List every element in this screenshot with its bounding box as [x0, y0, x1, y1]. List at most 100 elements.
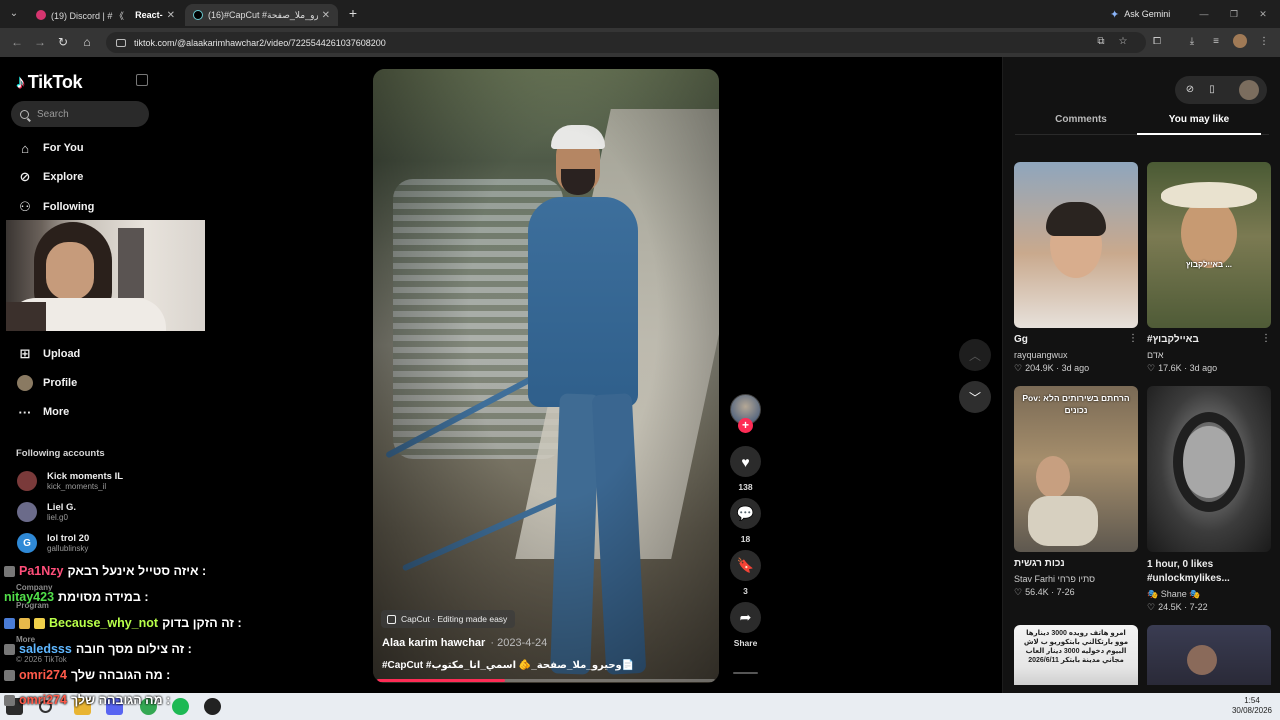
close-tab-icon[interactable]: ✕	[322, 10, 330, 21]
nav-label: Following	[43, 201, 95, 213]
chevron-up-icon: ︿	[968, 348, 981, 363]
ask-gemini-label: Ask Gemini	[1124, 9, 1171, 19]
chat-text: זה צילום מסך חובה :	[75, 642, 192, 656]
tiktok-app: ♪ TikTok ⌂ For You ⊘ Explore ⚇ Following…	[0, 57, 1280, 693]
forward-icon[interactable]: →	[32, 34, 48, 50]
save-count: 3	[743, 586, 748, 596]
video-thumbnail[interactable]: Pov: הרחתם בשירותים הלא נכונים	[1014, 386, 1138, 552]
tiktok-logo[interactable]: ♪ TikTok	[16, 72, 83, 93]
spotify-app-icon[interactable]	[172, 698, 189, 715]
search-box[interactable]	[11, 101, 149, 127]
ask-gemini-button[interactable]: ✦ Ask Gemini	[1104, 5, 1176, 23]
user-avatar[interactable]	[1239, 80, 1259, 100]
previous-video-button[interactable]: ︿	[959, 339, 991, 371]
following-account-item[interactable]: Kick moments IL kick_moments_il	[17, 467, 123, 495]
comment-button[interactable]: 💬	[730, 498, 761, 529]
following-accounts-heading: Following accounts	[16, 448, 105, 459]
nav-more[interactable]: ··· More	[16, 402, 70, 422]
video-thumbnail[interactable]	[1014, 162, 1138, 328]
recommended-video-card[interactable]: 1 hour, 0 likes #unlockmylikes... 🎭 Shan…	[1147, 386, 1271, 612]
video-player[interactable]: CapCut · Editing made easy Alaa karim ha…	[373, 69, 719, 683]
obs-app-icon[interactable]	[204, 698, 221, 715]
video-thumbnail[interactable]: امرو هاتف رويده 3000 دينارها موو بارتكال…	[1014, 625, 1138, 685]
bookmark-star-icon[interactable]: ☆	[1116, 35, 1130, 49]
card-username[interactable]: rayquangwux	[1014, 350, 1068, 360]
reading-list-icon[interactable]: ≡	[1209, 35, 1223, 49]
recommended-video-card[interactable]	[1147, 625, 1271, 685]
search-input[interactable]	[37, 108, 132, 120]
chat-badge-icon	[19, 617, 30, 629]
recommended-video-card[interactable]: באיילקבוץ ... #באיילקבוץ ⋮ אדם ♡ 17.6K · …	[1147, 162, 1271, 373]
device-icon[interactable]: ▯	[1205, 83, 1219, 97]
video-thumbnail[interactable]	[1147, 625, 1271, 685]
save-button[interactable]: 🔖	[730, 550, 761, 581]
close-window-icon[interactable]: ✕	[1256, 7, 1270, 21]
card-age: 3d ago	[1189, 363, 1218, 373]
following-account-item[interactable]: G lol trol 20 gallublinsky	[17, 529, 89, 557]
nav-upload[interactable]: ⊞ Upload	[16, 344, 81, 364]
chat-text: מה הגובהה שלך :	[70, 668, 171, 682]
tab-comments[interactable]: Comments	[1015, 114, 1147, 134]
restore-icon[interactable]: ❐	[1227, 7, 1241, 21]
chat-message: omri274 מה הגובהה שלך :	[4, 665, 170, 685]
recommended-video-card[interactable]: Pov: הרחתם בשירותים הלא נכונים נכות רגשי…	[1014, 386, 1138, 597]
nav-for-you[interactable]: ⌂ For You	[16, 138, 83, 158]
install-app-icon[interactable]: ⧉	[1094, 35, 1108, 49]
tab-tiktok[interactable]: (16)#CapCut #وحيرو_ملا_صفحة_ ✕	[185, 4, 338, 26]
tab-discord[interactable]: (19) Discord | # 《 React- ✕	[28, 4, 183, 26]
plus-square-icon: ⊞	[19, 346, 31, 361]
video-author-name[interactable]: Alaa karim hawchar	[382, 637, 485, 649]
recommended-video-card[interactable]: Gg ⋮ rayquangwux ♡ 204.9K · 3d ago	[1014, 162, 1138, 373]
more-options-icon[interactable]: ⋮	[1128, 333, 1138, 344]
share-button[interactable]: ➦	[730, 602, 761, 633]
capcut-effect-tag[interactable]: CapCut · Editing made easy	[381, 610, 516, 628]
recommended-video-card[interactable]: امرو هاتف رويده 3000 دينارها موو بارتكال…	[1014, 625, 1138, 685]
browser-profile-avatar[interactable]	[1233, 34, 1247, 48]
next-video-button[interactable]: ﹀	[959, 381, 991, 413]
browser-menu-icon[interactable]: ⋮	[1257, 35, 1271, 49]
back-icon[interactable]: ←	[9, 34, 25, 50]
music-disc-icon[interactable]	[733, 662, 758, 674]
search-icon	[20, 109, 29, 119]
url-text: tiktok.com/@alaakarimhawchar2/video/7225…	[134, 37, 386, 48]
more-options-icon[interactable]: ⋮	[1261, 333, 1271, 344]
card-stats: ♡ 24.5K · 7-22	[1147, 602, 1208, 612]
card-username[interactable]: 🎭 Shane 🎭	[1147, 589, 1200, 600]
card-username[interactable]: אדם	[1147, 350, 1163, 360]
download-icon[interactable]: ⤓	[1185, 35, 1199, 49]
card-likes: 204.9K	[1025, 363, 1054, 373]
nav-profile[interactable]: Profile	[16, 373, 77, 393]
tab-title: (16)#CapCut #وحيرو_ملا_صفحة_	[208, 9, 318, 20]
tab-search-chevron-icon[interactable]: ⌄	[5, 5, 23, 23]
card-stats: ♡ 56.4K · 7-26	[1014, 587, 1075, 597]
video-thumbnail[interactable]: באיילקבוץ ...	[1147, 162, 1271, 328]
extensions-icon[interactable]: ⧠	[1150, 35, 1164, 49]
gemini-sparkle-icon: ✦	[1110, 8, 1120, 21]
video-date: · 2023-4-24	[490, 637, 548, 649]
close-tab-icon[interactable]: ✕	[167, 10, 175, 21]
card-title: 1 hour, 0 likes #unlockmylikes...	[1147, 559, 1230, 584]
nav-following[interactable]: ⚇ Following	[16, 197, 94, 217]
thumbnail-caption: באיילקבוץ ...	[1186, 260, 1232, 269]
tiktok-favicon-icon	[193, 10, 203, 20]
discord-favicon-icon	[36, 10, 46, 20]
collapse-sidebar-icon[interactable]	[136, 74, 148, 86]
site-info-icon[interactable]	[116, 38, 126, 47]
webcam-person-shirt-shadow	[6, 302, 46, 331]
card-username[interactable]: Stav Farhi סתיו פרחי	[1014, 574, 1095, 584]
nav-explore[interactable]: ⊘ Explore	[16, 167, 84, 187]
reload-icon[interactable]: ↻	[55, 34, 71, 50]
home-browser-icon[interactable]: ⌂	[79, 34, 95, 50]
address-bar[interactable]: tiktok.com/@alaakarimhawchar2/video/7225…	[106, 32, 1146, 53]
video-progress-bar[interactable]	[377, 679, 715, 682]
bookmark-icon: 🔖	[736, 557, 755, 573]
tab-you-may-like[interactable]: You may like	[1137, 114, 1261, 134]
explore-compass-icon[interactable]: ⊘	[1183, 83, 1197, 97]
follow-plus-icon[interactable]: +	[738, 418, 753, 433]
video-thumbnail[interactable]	[1147, 386, 1271, 552]
new-tab-icon[interactable]: +	[345, 5, 361, 21]
taskbar-clock[interactable]: 1:54 30/08/2026	[1228, 696, 1276, 716]
minimize-icon[interactable]: —	[1197, 7, 1211, 21]
following-account-item[interactable]: Liel G. liel.g0	[17, 498, 76, 526]
like-button[interactable]: ♥	[730, 446, 761, 477]
